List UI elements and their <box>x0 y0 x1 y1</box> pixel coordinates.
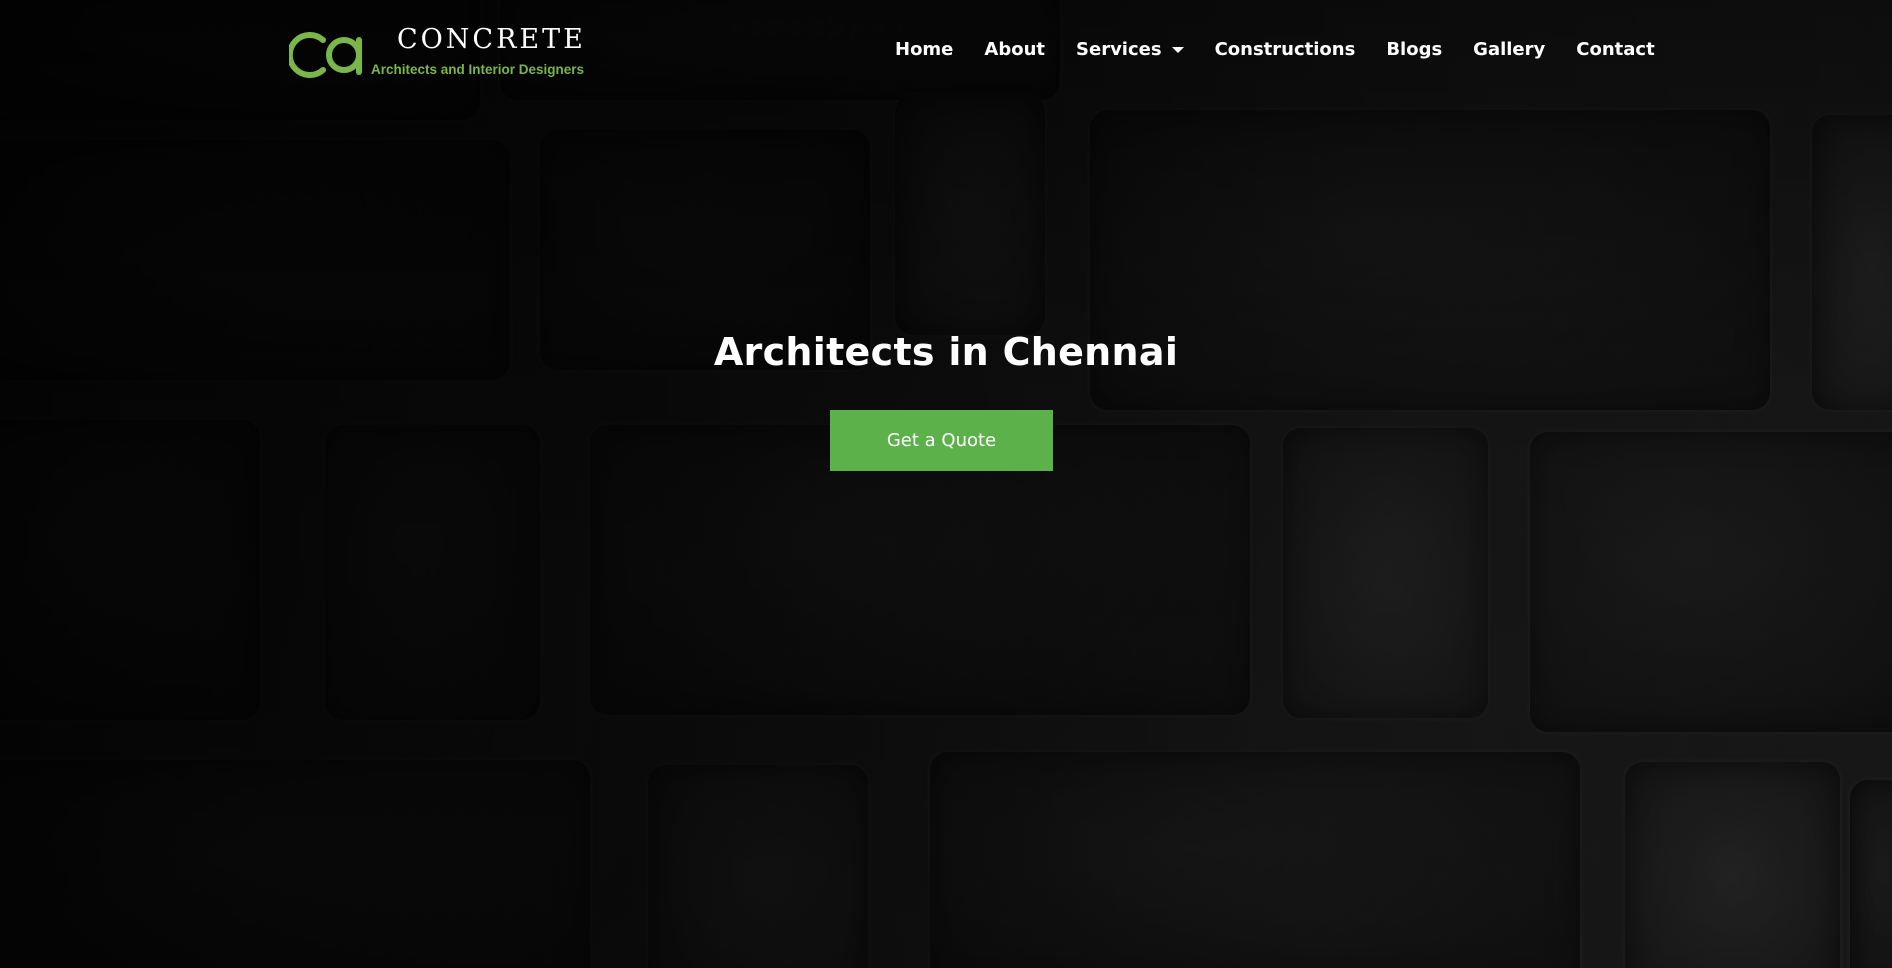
brick-wall-background <box>0 0 1892 968</box>
nav-constructions[interactable]: Constructions <box>1215 39 1356 60</box>
main-nav: Home About Services Constructions Blogs … <box>895 36 1655 62</box>
nav-constructions-label: Constructions <box>1214 38 1356 60</box>
nav-contact[interactable]: Contact <box>1576 39 1654 60</box>
chevron-down-icon <box>1171 47 1184 53</box>
nav-about[interactable]: About <box>984 39 1045 60</box>
brand-subtitle: Architects and Interior Designers <box>371 62 585 77</box>
nav-home[interactable]: Home <box>895 39 953 60</box>
nav-blogs[interactable]: Blogs <box>1386 39 1442 60</box>
nav-services-label: Services <box>1076 38 1162 60</box>
get-quote-button[interactable]: Get a Quote <box>830 410 1053 471</box>
hero-title: Architects in Chennai <box>713 330 1179 374</box>
brand-title: CONCRETE <box>397 24 586 55</box>
nav-gallery[interactable]: Gallery <box>1473 39 1545 60</box>
nav-about-label: About <box>984 38 1046 60</box>
nav-gallery-label: Gallery <box>1473 38 1546 60</box>
nav-home-label: Home <box>895 38 954 60</box>
brand-logo[interactable]: CONCRETE Architects and Interior Designe… <box>289 22 589 84</box>
nav-blogs-label: Blogs <box>1386 38 1443 60</box>
site-header: CONCRETE Architects and Interior Designe… <box>0 0 1892 96</box>
nav-services[interactable]: Services <box>1076 39 1184 60</box>
nav-contact-label: Contact <box>1576 38 1655 60</box>
page: CONCRETE Architects and Interior Designe… <box>0 0 1892 968</box>
logo-mark-icon <box>289 32 362 78</box>
